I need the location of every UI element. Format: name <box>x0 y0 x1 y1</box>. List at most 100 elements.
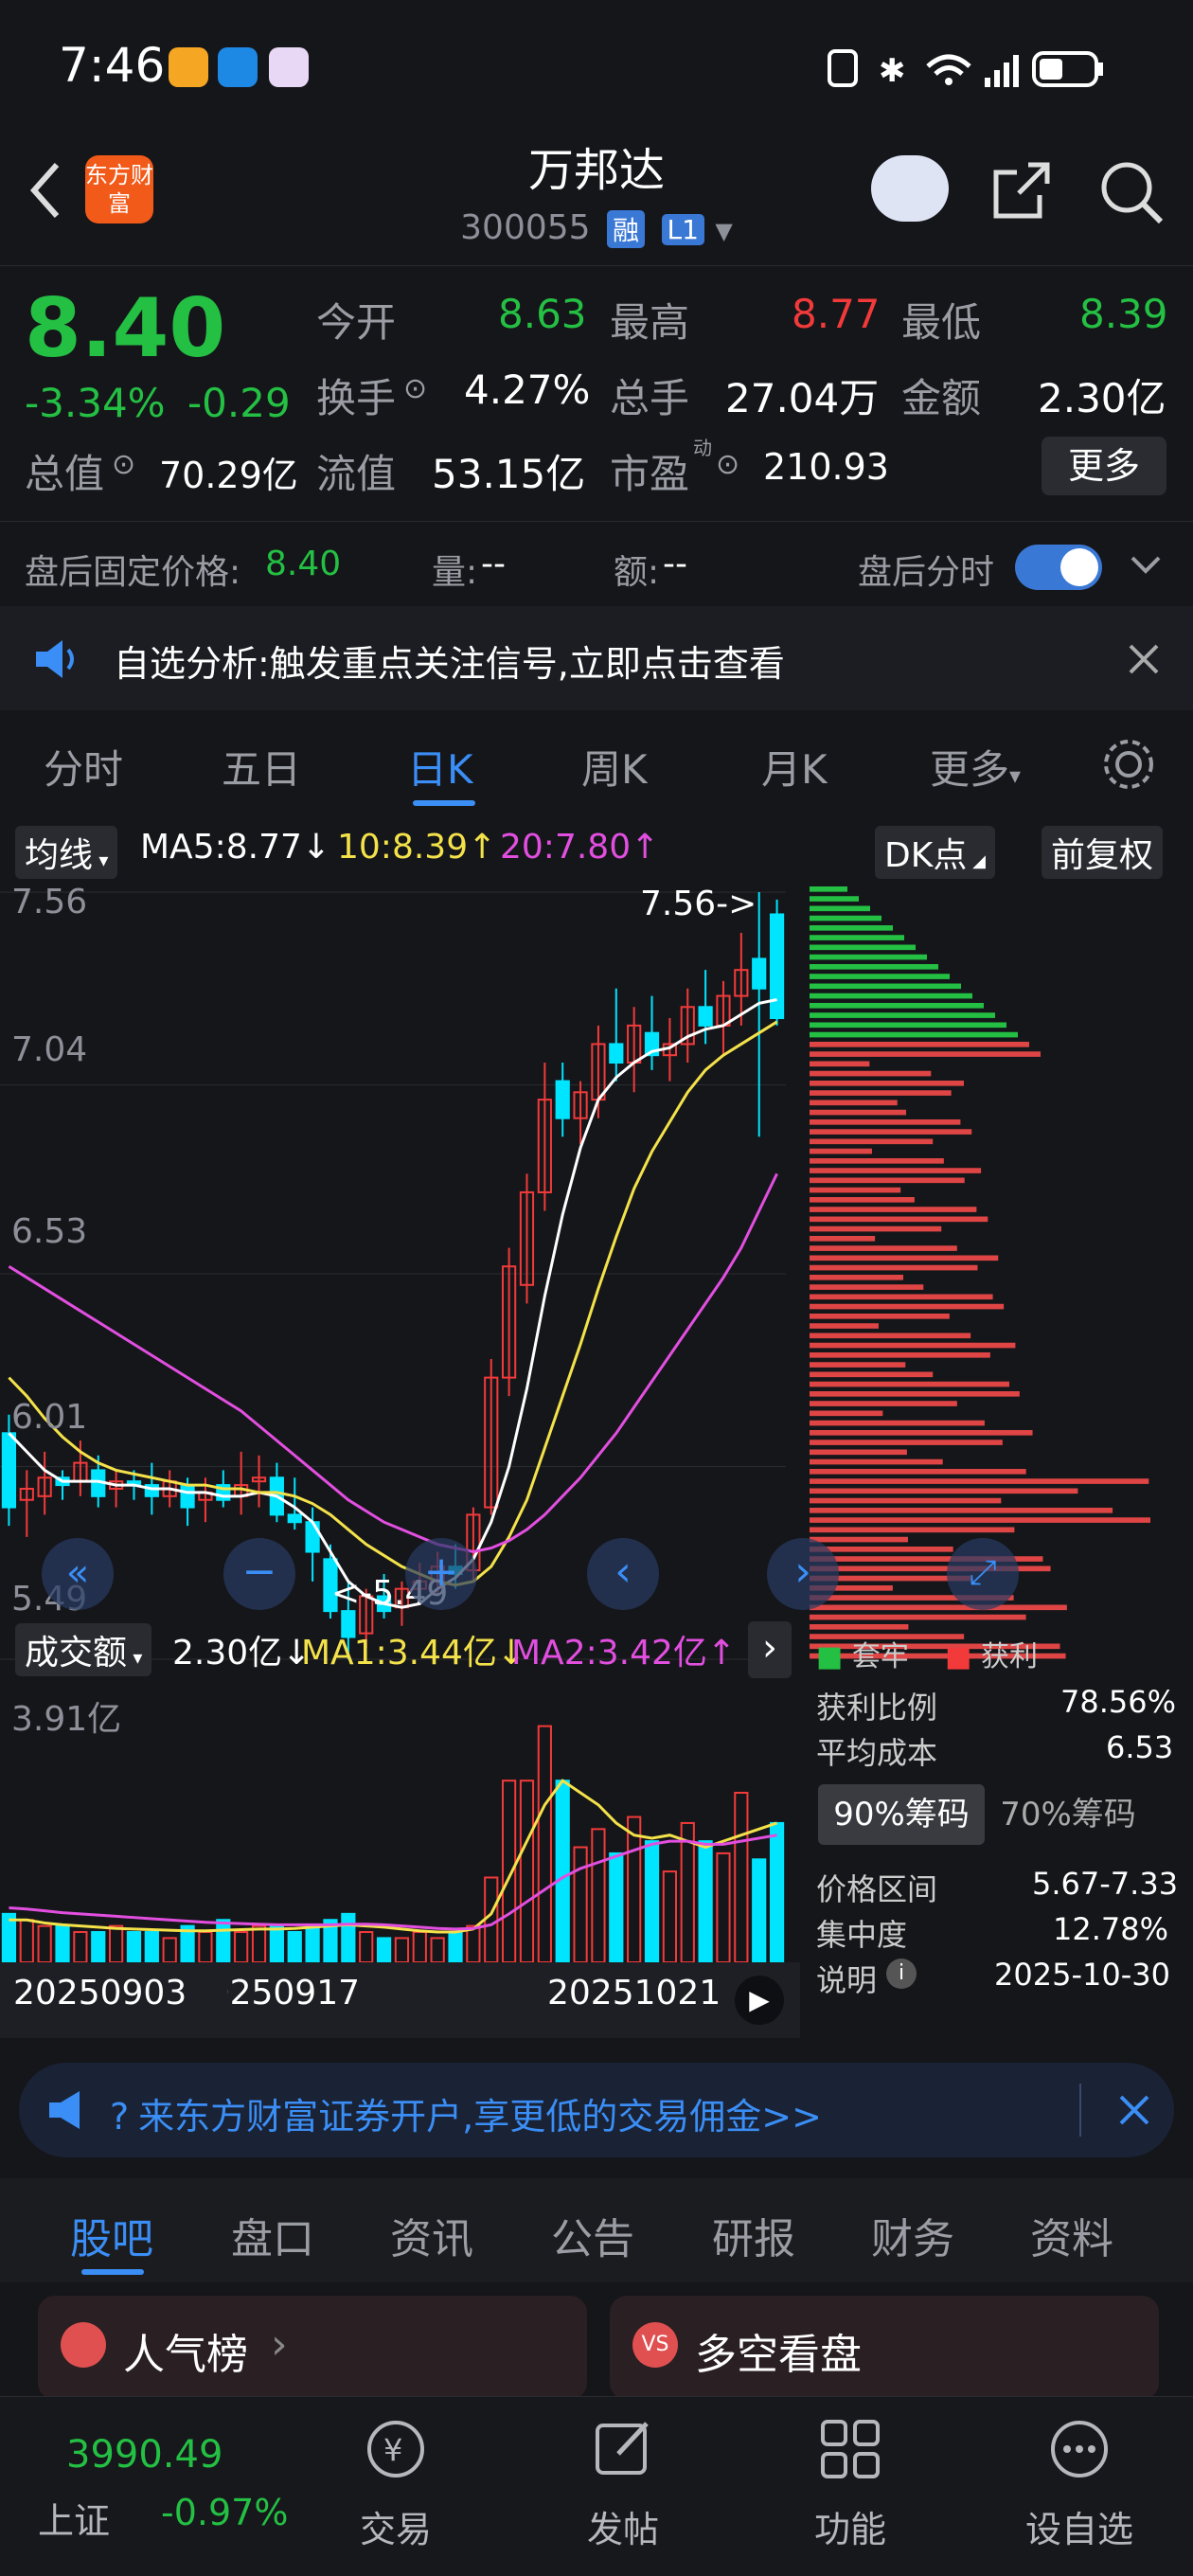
chip-bar <box>810 1051 1041 1057</box>
volume-next-button[interactable]: › <box>748 1621 792 1678</box>
tab-daily-k[interactable]: 日K <box>407 738 473 796</box>
tab-70-chips[interactable]: 70%筹码 <box>985 1784 1151 1845</box>
nav-functions[interactable]: 功能 <box>775 2416 926 2552</box>
tab-more-label: 更多 <box>930 746 1010 793</box>
dk-point-button[interactable]: DK点 ◢ <box>875 826 995 879</box>
volume-bar <box>198 1931 213 1964</box>
candle-body <box>180 1484 195 1509</box>
chip-bar <box>810 925 893 931</box>
app-notification-icon <box>169 47 208 87</box>
x-tick-label: 20251021 <box>547 1974 721 2012</box>
chip-bar <box>810 1138 934 1145</box>
chevron-down-icon[interactable] <box>1129 554 1163 577</box>
tab-intraday[interactable]: 分时 <box>44 738 123 796</box>
last-price: 8.40 <box>25 281 226 376</box>
fullscreen-icon[interactable]: ⤢ <box>947 1538 1019 1610</box>
chip-bar <box>810 1294 993 1300</box>
play-button[interactable]: ▶ <box>735 1976 784 2025</box>
info-icon[interactable]: ⊙ <box>716 448 739 481</box>
more-button[interactable]: 更多 <box>1042 437 1166 495</box>
zoom-in-button[interactable]: + <box>405 1538 477 1610</box>
zoom-out-button[interactable]: − <box>223 1538 295 1610</box>
info-icon[interactable]: ⊙ <box>112 448 135 481</box>
chip-bar <box>810 1458 943 1465</box>
chip-bar <box>810 1517 1150 1523</box>
tab-financials[interactable]: 财务 <box>871 2205 954 2265</box>
scroll-start-button[interactable]: « <box>42 1538 114 1610</box>
tab-order-book[interactable]: 盘口 <box>231 2205 314 2265</box>
gear-icon[interactable] <box>1100 736 1157 793</box>
bull-bear-card[interactable]: VS 多空看盘 <box>610 2296 1159 2400</box>
tab-monthly-k[interactable]: 月K <box>761 738 828 796</box>
tab-90-chips[interactable]: 90%筹码 <box>818 1784 985 1845</box>
nav-trade[interactable]: ¥ 交易 <box>320 2416 472 2552</box>
chip-bar <box>810 1022 1006 1029</box>
active-tab-indicator <box>413 800 475 806</box>
scroll-left-button[interactable]: ‹ <box>587 1538 659 1610</box>
tab-announcements[interactable]: 公告 <box>551 2205 634 2265</box>
tab-news[interactable]: 资讯 <box>390 2205 473 2265</box>
volume-bar <box>573 1846 588 1963</box>
chip-bar <box>810 1031 1018 1038</box>
amount-label: 金额 <box>901 375 982 421</box>
promo-text: ? 来东方财富证券开户,享更低的交易佣金>> <box>110 2096 822 2138</box>
share-icon[interactable] <box>990 159 1053 222</box>
nav-watchlist-settings[interactable]: 设自选 <box>1004 2416 1155 2552</box>
turnover-label: 换手 <box>316 375 397 421</box>
notice-banner[interactable]: 自选分析:触发重点关注信号,立即点击查看 <box>0 606 1193 710</box>
info-icon[interactable]: ⊙ <box>403 372 427 405</box>
tab-research[interactable]: 研报 <box>712 2205 795 2265</box>
popularity-card[interactable]: 人气榜 › <box>38 2296 587 2400</box>
ma5-line <box>8 998 777 1609</box>
ma-selector[interactable]: 均线 ▾ <box>15 826 118 879</box>
volume-bar <box>109 1924 124 1963</box>
tab-profile[interactable]: 资料 <box>1030 2205 1113 2265</box>
volume-selector[interactable]: 成交额 ▾ <box>15 1623 152 1676</box>
candle-body <box>1 1432 17 1509</box>
volume-readout: 2.30亿↓ <box>172 1634 312 1673</box>
ma10-line <box>8 1020 778 1587</box>
kline-chart[interactable] <box>0 883 800 1669</box>
after-vol-value: -- <box>481 545 506 583</box>
close-icon[interactable] <box>1117 2093 1151 2127</box>
high-marker: 7.56-> <box>640 885 757 923</box>
after-hours-row: 盘后固定价格: 8.40 量: -- 额: -- 盘后分时 <box>0 521 1193 606</box>
chip-bar <box>810 1061 870 1067</box>
chip-bar <box>810 1323 879 1329</box>
speaker-icon <box>36 640 74 678</box>
tab-five-day[interactable]: 五日 <box>222 738 301 796</box>
chip-bar <box>810 1508 1113 1513</box>
promo-banner[interactable]: ? 来东方财富证券开户,享更低的交易佣金>> <box>19 2063 1174 2157</box>
volume-max-label: 3.91亿 <box>11 1700 122 1739</box>
level-tag: L1 <box>661 213 704 245</box>
robot-assistant-icon[interactable] <box>871 155 949 222</box>
nav-watchlist-settings-label: 设自选 <box>1024 2509 1133 2550</box>
volume-bar <box>55 1924 70 1963</box>
status-time: 7:46 <box>59 38 166 93</box>
section-tabs: 股吧 盘口 资讯 公告 研报 财务 资料 <box>0 2178 1193 2282</box>
popularity-card-label: 人气榜 <box>123 2331 248 2379</box>
chart-icon <box>61 2322 106 2368</box>
tab-weekly-k[interactable]: 周K <box>581 738 648 796</box>
search-icon[interactable] <box>1098 159 1165 225</box>
info-icon[interactable]: i <box>886 1959 917 1989</box>
open-value: 8.63 <box>498 291 587 337</box>
adjust-button[interactable]: 前复权 <box>1042 826 1164 879</box>
scroll-right-button[interactable]: › <box>767 1538 839 1610</box>
volume-bar <box>91 1931 106 1964</box>
chip-bar <box>810 1488 1078 1494</box>
close-icon[interactable] <box>1127 642 1161 676</box>
after-hours-toggle[interactable] <box>1015 545 1102 590</box>
megaphone-icon <box>49 2091 80 2129</box>
after-vol-label: 量: <box>432 553 478 592</box>
nav-post[interactable]: 发帖 <box>547 2416 699 2552</box>
chip-bar <box>810 1081 965 1086</box>
float-value: 53.15亿 <box>432 451 586 497</box>
tab-guba[interactable]: 股吧 <box>70 2205 153 2265</box>
chip-bar <box>810 1342 1016 1349</box>
x-tick-label: 20250903 <box>13 1974 187 2012</box>
y-tick-label: 6.01 <box>11 1398 88 1437</box>
index-ticker[interactable]: 3990.49 上证 -0.97% <box>0 2397 312 2576</box>
float-label: 流值 <box>316 451 397 497</box>
tab-more[interactable]: 更多▾ <box>930 738 1021 796</box>
